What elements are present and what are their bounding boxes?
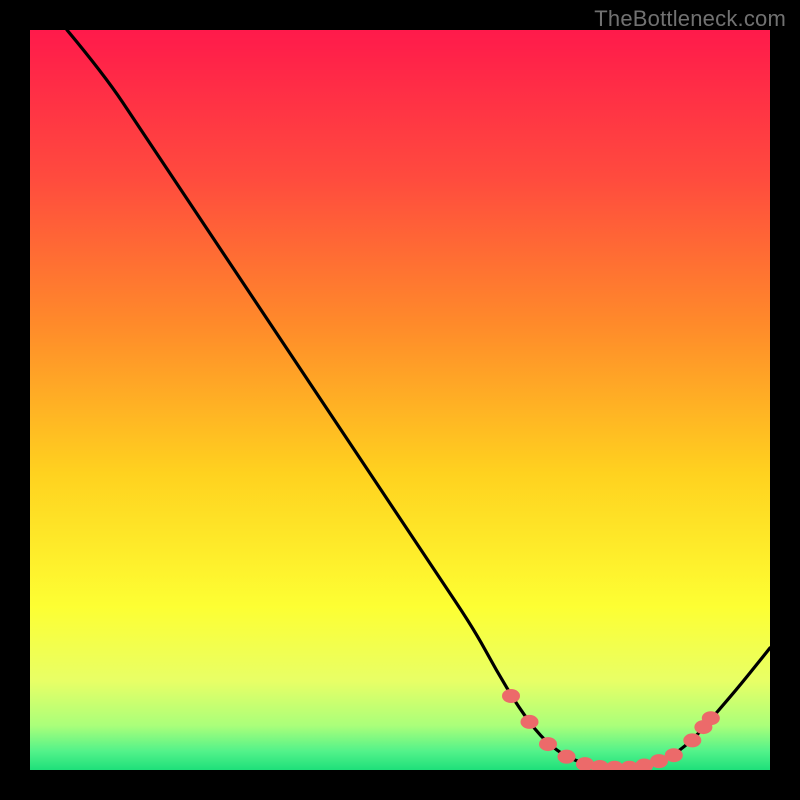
watermark-text: TheBottleneck.com <box>594 6 786 32</box>
data-marker <box>702 711 720 725</box>
data-marker <box>539 737 557 751</box>
data-marker <box>521 715 539 729</box>
data-marker <box>558 750 576 764</box>
chart-background <box>30 30 770 770</box>
data-marker <box>665 748 683 762</box>
data-marker <box>502 689 520 703</box>
data-marker <box>683 733 701 747</box>
bottleneck-chart <box>30 30 770 770</box>
